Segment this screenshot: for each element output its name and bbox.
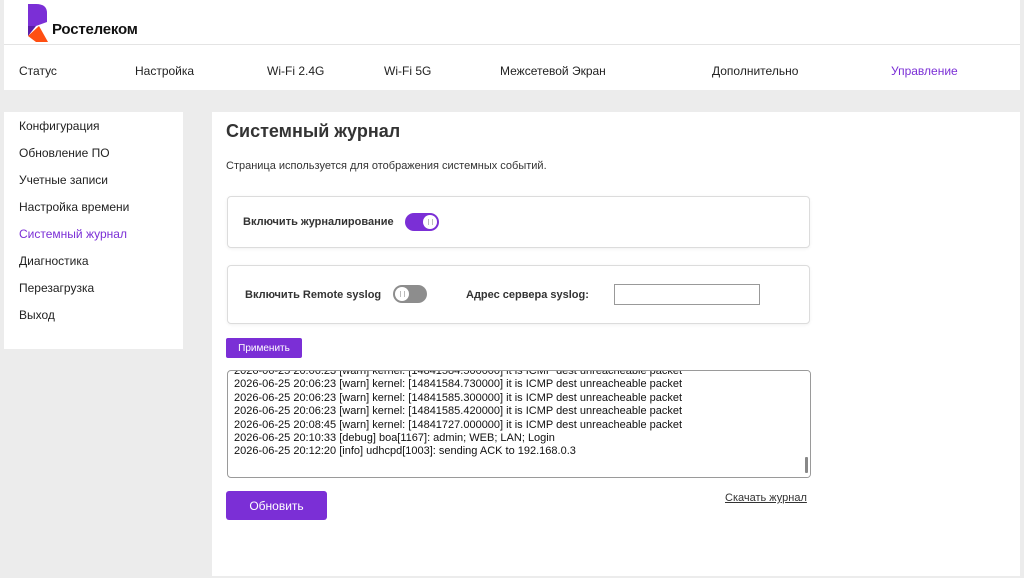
page-title: Системный журнал <box>226 121 401 141</box>
nav-item-advanced[interactable]: Дополнительно <box>712 64 798 78</box>
enable-remote-syslog-label: Включить Remote syslog <box>245 289 382 301</box>
log-textarea[interactable]: 2026-06-25 20:06:23 [warn] kernel: [1484… <box>227 370 811 478</box>
nav-item-wifi-5[interactable]: Wi-Fi 5G <box>384 64 431 78</box>
apply-button[interactable]: Применить <box>226 338 302 358</box>
sidebar: Конфигурация Обновление ПО Учетные запис… <box>4 112 183 349</box>
page-description: Страница используется для отображения си… <box>226 160 547 172</box>
log-line: 2026-06-25 20:12:20 [info] udhcpd[1003]:… <box>234 445 576 458</box>
toggle-knob <box>423 215 437 229</box>
log-line: 2026-06-25 20:06:23 [warn] kernel: [1484… <box>234 391 683 404</box>
sidebar-item-firmware-update[interactable]: Обновление ПО <box>4 146 183 173</box>
syslog-server-input[interactable] <box>614 284 760 305</box>
sidebar-item-system-log[interactable]: Системный журнал <box>4 227 183 254</box>
logging-card: Включить журналирование <box>227 196 810 248</box>
syslog-server-label: Адрес сервера syslog: <box>466 289 589 301</box>
rostelecom-logo-icon <box>28 4 48 42</box>
nav-item-management[interactable]: Управление <box>891 64 958 78</box>
sidebar-item-reboot[interactable]: Перезагрузка <box>4 281 183 308</box>
top-nav: Статус Настройка Wi-Fi 2.4G Wi-Fi 5G Меж… <box>4 64 1020 80</box>
sidebar-item-accounts[interactable]: Учетные записи <box>4 173 183 200</box>
enable-logging-label: Включить журналирование <box>243 216 394 228</box>
log-line: 2026-06-25 20:06:23 [warn] kernel: [1484… <box>234 405 683 418</box>
log-scrollbar[interactable] <box>800 371 810 477</box>
header-divider <box>4 44 1020 45</box>
log-line: 2026-06-25 20:10:33 [debug] boa[1167]: a… <box>234 432 555 445</box>
log-scrollbar-thumb[interactable] <box>805 457 808 473</box>
log-lines: 2026-06-25 20:06:23 [warn] kernel: [1484… <box>234 370 799 459</box>
main-panel: Системный журнал Страница используется д… <box>212 112 1020 576</box>
nav-item-wifi-24[interactable]: Wi-Fi 2.4G <box>267 64 324 78</box>
sidebar-item-diagnostics[interactable]: Диагностика <box>4 254 183 281</box>
nav-item-status[interactable]: Статус <box>19 64 57 78</box>
brand-name: Ростелеком <box>52 21 138 38</box>
download-log-link[interactable]: Скачать журнал <box>725 492 807 504</box>
header: Ростелеком Статус Настройка Wi-Fi 2.4G W… <box>4 0 1020 90</box>
enable-logging-toggle[interactable] <box>405 213 439 231</box>
remote-syslog-card: Включить Remote syslog Адрес сервера sys… <box>227 265 810 324</box>
refresh-button[interactable]: Обновить <box>226 491 327 520</box>
log-line: 2026-06-25 20:06:23 [warn] kernel: [1484… <box>234 370 683 377</box>
nav-item-firewall[interactable]: Межсетевой Экран <box>500 64 606 78</box>
enable-remote-syslog-toggle[interactable] <box>393 285 427 303</box>
nav-item-settings[interactable]: Настройка <box>135 64 194 78</box>
toggle-knob <box>395 287 409 301</box>
sidebar-item-configuration[interactable]: Конфигурация <box>4 119 183 146</box>
sidebar-item-logout[interactable]: Выход <box>4 308 183 335</box>
log-line: 2026-06-25 20:08:45 [warn] kernel: [1484… <box>234 418 683 431</box>
sidebar-item-time-settings[interactable]: Настройка времени <box>4 200 183 227</box>
log-line: 2026-06-25 20:06:23 [warn] kernel: [1484… <box>234 378 683 391</box>
